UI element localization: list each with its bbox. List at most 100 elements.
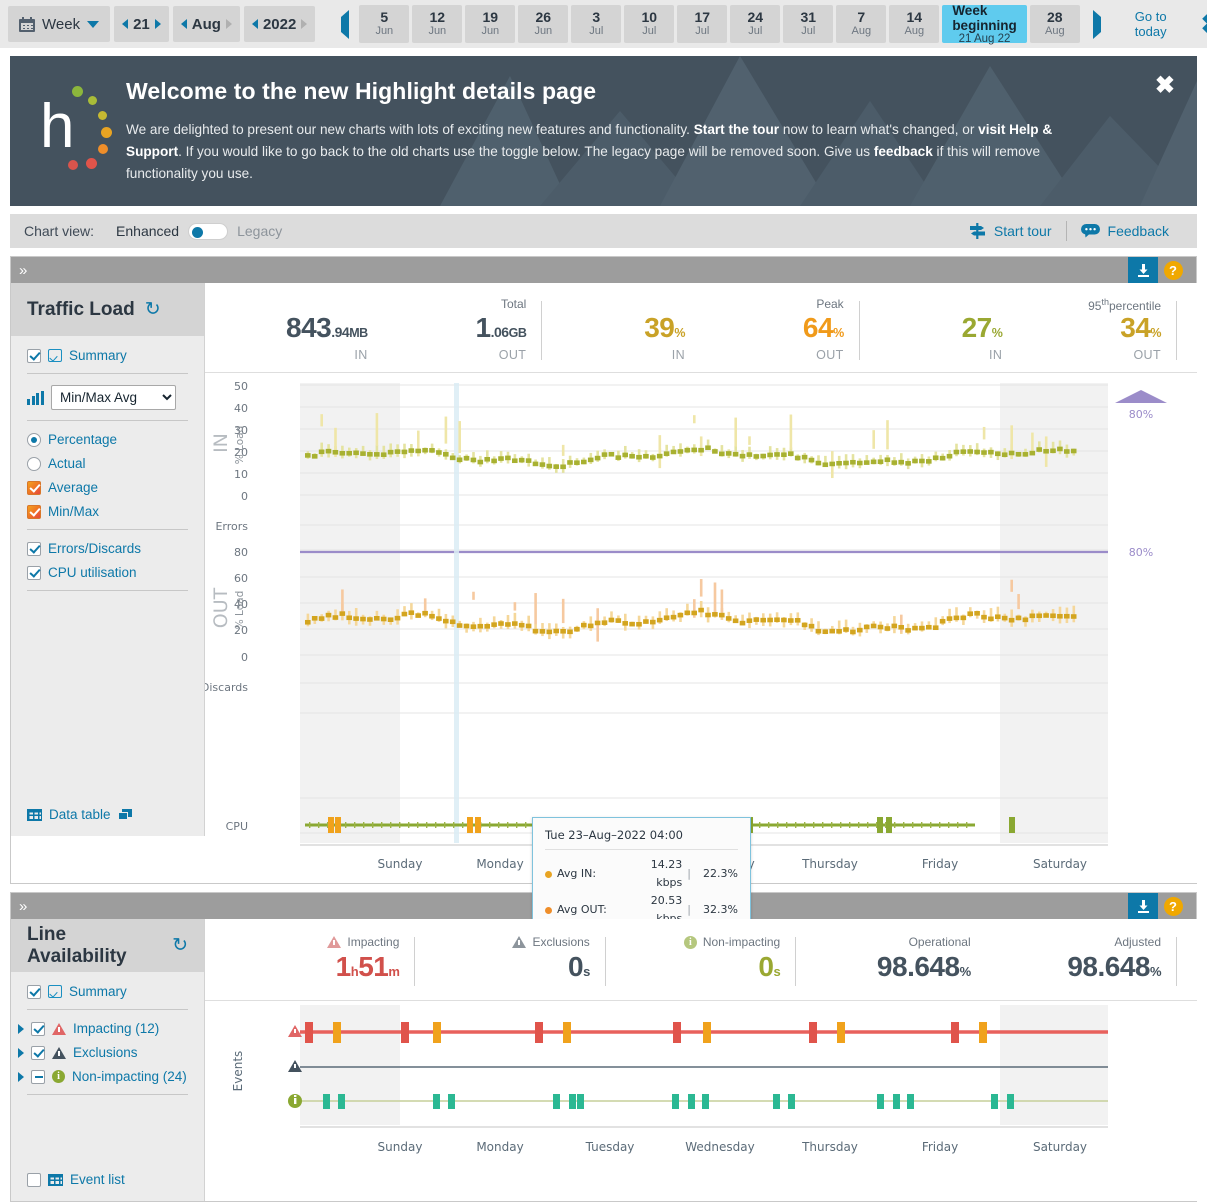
event-list-link[interactable]: Event list <box>27 1172 125 1187</box>
day-stepper[interactable]: 21 <box>114 6 169 42</box>
cpu-tick <box>381 822 382 828</box>
average-bar <box>678 449 684 454</box>
series-bullet-icon <box>545 871 552 878</box>
traffic-option-percentage[interactable]: Percentage <box>27 432 188 447</box>
week-button-selected[interactable]: Week beginning21 Aug 22 <box>942 5 1026 43</box>
radio-button[interactable] <box>27 433 41 447</box>
average-bar <box>367 617 373 622</box>
period-dropdown[interactable]: Week <box>8 6 110 42</box>
average-bar <box>974 450 980 455</box>
traffic-option-min-max[interactable]: Min/Max <box>27 504 188 519</box>
chevron-down-icon[interactable] <box>87 21 99 28</box>
cpu-tick <box>345 822 346 828</box>
events-chart-svg: Events SundayMondayTuesdayWednesdayThurs… <box>205 1001 1197 1169</box>
availability-category-impacting-[interactable]: Impacting (12) <box>18 1021 188 1036</box>
traffic-summary-row[interactable]: Summary <box>27 348 188 363</box>
data-table-link[interactable]: Data table <box>27 807 133 822</box>
start-tour-button[interactable]: Start tour <box>955 223 1066 239</box>
average-bar <box>871 624 877 629</box>
traffic-extra-errors-discards[interactable]: Errors/Discards <box>27 541 188 556</box>
week-day: 10 <box>642 10 658 25</box>
year-next-icon[interactable] <box>301 19 307 29</box>
category-checkbox[interactable] <box>31 1046 45 1060</box>
refresh-icon[interactable]: ↻ <box>145 300 161 319</box>
weeks-next-button[interactable] <box>1087 17 1107 32</box>
average-bar <box>498 456 504 461</box>
popout-window-icon[interactable] <box>118 809 133 821</box>
week-button[interactable]: 12Jun <box>412 5 462 43</box>
radio-button[interactable] <box>27 457 41 471</box>
week-button[interactable]: 31Jul <box>783 5 833 43</box>
collapse-icon[interactable]: » <box>19 899 27 914</box>
expand-arrow-icon[interactable] <box>18 1024 24 1034</box>
traffic-extra-cpu-utilisation[interactable]: CPU utilisation <box>27 565 188 580</box>
week-button[interactable]: 10Jul <box>624 5 674 43</box>
cpu-tick <box>390 822 391 828</box>
traffic-option-actual[interactable]: Actual <box>27 456 188 471</box>
stat-value: 98.648% <box>796 951 970 988</box>
banner-close-icon[interactable]: ✖ <box>1155 74 1175 98</box>
year-stepper[interactable]: 2022 <box>244 6 315 42</box>
week-button[interactable]: 19Jun <box>465 5 515 43</box>
average-bar <box>795 618 801 623</box>
average-bar <box>1036 447 1042 452</box>
day-next-icon[interactable] <box>155 19 161 29</box>
average-bar <box>933 625 939 630</box>
availability-category-exclusions[interactable]: Exclusions <box>18 1045 188 1060</box>
stat-unit: % <box>1150 326 1161 340</box>
traffic-chart[interactable]: 50 40 30 20 10 0 Errors 80 60 40 20 0 Di… <box>205 373 1197 883</box>
average-bar <box>464 624 470 629</box>
week-button[interactable]: 5Jun <box>359 5 409 43</box>
help-button[interactable]: ? <box>1158 257 1188 283</box>
help-button[interactable]: ? <box>1158 893 1188 919</box>
checkbox[interactable] <box>27 505 41 519</box>
traffic-main: 843.94MBINTotal1.06GBOUT39%INPeak64%OUT2… <box>205 283 1197 883</box>
close-icon[interactable]: ✖ <box>1195 11 1207 37</box>
collapse-icon[interactable]: » <box>19 263 27 278</box>
week-button[interactable]: 17Jul <box>677 5 727 43</box>
go-to-today-button[interactable]: Go to today <box>1127 9 1175 39</box>
month-next-icon[interactable] <box>226 19 232 29</box>
checkbox[interactable] <box>27 481 41 495</box>
refresh-icon[interactable]: ↻ <box>172 936 188 955</box>
expand-arrow-icon[interactable] <box>18 1072 24 1082</box>
week-button[interactable]: 3Jul <box>571 5 621 43</box>
feedback-button[interactable]: Feedback <box>1067 223 1183 239</box>
metric-select[interactable]: Min/Max AvgAverageMin/MaxPercentile <box>51 385 176 410</box>
weeks-prev-button[interactable] <box>335 17 355 32</box>
week-button[interactable]: 7Aug <box>836 5 886 43</box>
availability-summary-checkbox[interactable] <box>27 985 41 999</box>
average-bar <box>1009 451 1015 456</box>
week-button[interactable]: 24Jul <box>730 5 780 43</box>
start-the-tour-link[interactable]: Start the tour <box>694 122 779 137</box>
traffic-option-average[interactable]: Average <box>27 480 188 495</box>
events-chart[interactable]: Events SundayMondayTuesdayWednesdayThurs… <box>205 1001 1197 1171</box>
chart-view-toggle[interactable] <box>188 223 228 240</box>
availability-summary-row[interactable]: Summary <box>27 984 188 999</box>
category-checkbox[interactable] <box>31 1022 45 1036</box>
year-prev-icon[interactable] <box>252 19 258 29</box>
average-bar <box>802 455 808 460</box>
day-prev-icon[interactable] <box>122 19 128 29</box>
average-bar <box>740 454 746 459</box>
download-button[interactable] <box>1128 893 1158 919</box>
category-checkbox[interactable] <box>31 1070 45 1084</box>
download-button[interactable] <box>1128 257 1158 283</box>
traffic-summary-checkbox[interactable] <box>27 349 41 363</box>
week-button[interactable]: 26Jun <box>518 5 568 43</box>
feedback-link[interactable]: feedback <box>874 144 933 159</box>
checkbox[interactable] <box>27 566 41 580</box>
expand-arrow-icon[interactable] <box>18 1048 24 1058</box>
average-bar <box>857 461 863 466</box>
stat-unit: GB <box>509 326 527 340</box>
week-button[interactable]: 14Aug <box>889 5 939 43</box>
event-list-checkbox[interactable] <box>27 1173 41 1187</box>
week-button[interactable]: 28Aug <box>1030 5 1080 43</box>
availability-category-non-impacting-[interactable]: iNon-impacting (24) <box>18 1069 188 1084</box>
month-stepper[interactable]: Aug <box>173 6 240 42</box>
stat-unit: s <box>583 964 590 979</box>
average-bar <box>671 615 677 620</box>
checkbox[interactable] <box>27 542 41 556</box>
month-prev-icon[interactable] <box>181 19 187 29</box>
average-bar <box>892 624 898 629</box>
